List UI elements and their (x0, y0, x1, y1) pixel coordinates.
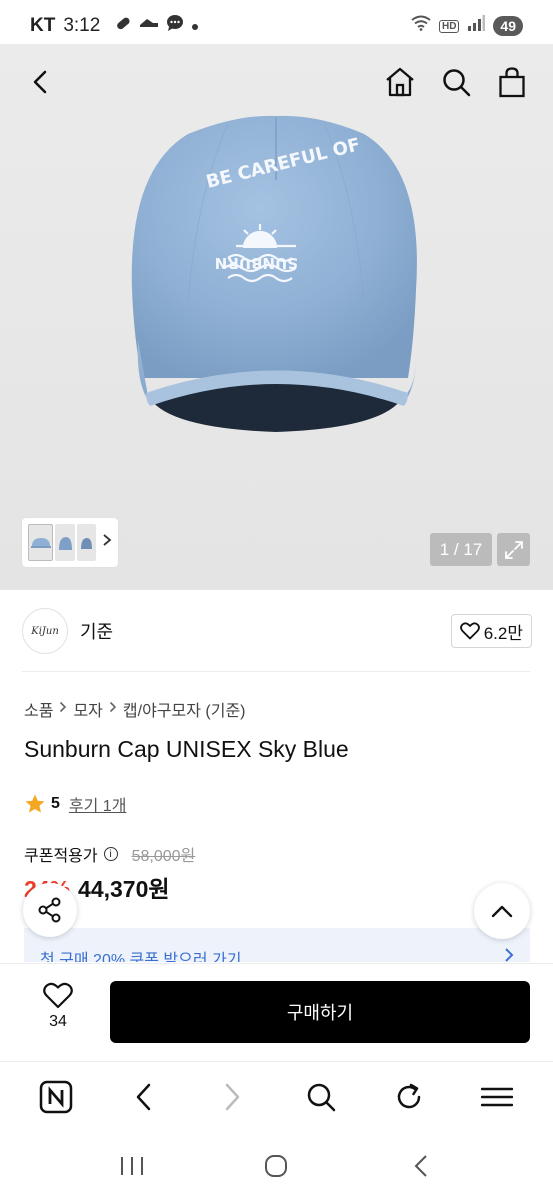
back-chevron-icon (414, 1154, 427, 1177)
coupon-label: 쿠폰적용가 (24, 848, 98, 865)
thumbnail-2[interactable] (55, 524, 75, 561)
thumbnail-1[interactable] (28, 524, 54, 561)
hamburger-icon (480, 1087, 513, 1106)
coupon-banner-text: 첫 구매 20% 쿠폰 받으러 가기 (40, 952, 242, 962)
browser-forward-button[interactable] (215, 1080, 249, 1114)
recent-apps-button[interactable] (115, 1149, 149, 1183)
status-right: HD 49 (411, 15, 523, 37)
coupon-price-line: 쿠폰적용가 i 58,000원 (24, 842, 195, 866)
breadcrumb: 소품 모자 캡/야구모자 (기준) (24, 697, 246, 721)
original-price: 58,000원 (131, 848, 196, 865)
chat-icon (166, 14, 184, 38)
share-button[interactable] (23, 883, 77, 937)
browser-back-button[interactable] (127, 1080, 161, 1114)
first-purchase-coupon-banner[interactable]: 첫 구매 20% 쿠폰 받으러 가기 (24, 928, 530, 962)
browser-search-button[interactable] (304, 1080, 338, 1114)
brand-logo-text: KiJun (31, 625, 59, 637)
status-left: KT 3:12 (30, 14, 199, 38)
breadcrumb-item-1[interactable]: 소품 (24, 697, 53, 721)
heart-icon (459, 622, 480, 640)
back-nav-button[interactable] (404, 1149, 438, 1183)
rating-score: 5 (51, 795, 60, 812)
thumbnail-3[interactable] (76, 524, 96, 561)
buy-button[interactable]: 구매하기 (110, 981, 530, 1043)
top-navigation (0, 44, 553, 120)
wishlist-button[interactable]: 34 (28, 982, 88, 1031)
cart-button[interactable] (495, 65, 529, 99)
home-circle-icon (265, 1154, 288, 1177)
heart-icon (43, 982, 73, 1009)
home-icon (386, 67, 414, 97)
cap-illustration: BE CAREFUL OF SUNBURN (131, 115, 417, 432)
chevron-right-icon (226, 1083, 240, 1110)
home-button[interactable] (383, 65, 417, 99)
chevron-left-icon (136, 1083, 151, 1110)
chevron-right-icon (59, 700, 67, 718)
search-icon (443, 69, 471, 97)
info-icon[interactable]: i (103, 847, 118, 861)
chevron-up-icon (491, 905, 513, 918)
chevron-right-icon (504, 947, 514, 962)
home-nav-button[interactable] (259, 1149, 293, 1183)
carrier-label: KT (30, 15, 56, 36)
notification-icons (114, 14, 199, 38)
reviews-link[interactable]: 후기 1개 (69, 792, 127, 816)
battery-indicator: 49 (493, 16, 523, 36)
sale-price: 44,370원 (78, 876, 170, 902)
wishlist-count: 34 (49, 1013, 67, 1030)
naver-home-button[interactable] (39, 1080, 73, 1114)
brand-name[interactable]: 기준 (80, 618, 113, 644)
more-dot-icon (191, 15, 199, 37)
brand-like-button[interactable]: 6.2만 (450, 614, 532, 648)
recent-apps-icon (121, 1156, 144, 1175)
brand-row: KiJun 기준 6.2만 (22, 606, 532, 656)
share-icon (38, 897, 61, 923)
star-icon (25, 794, 45, 813)
breadcrumb-item-2[interactable]: 모자 (73, 697, 102, 721)
brand-like-count: 6.2만 (483, 623, 523, 643)
fullscreen-button[interactable] (497, 533, 530, 566)
reload-icon (397, 1083, 420, 1108)
chevron-right-icon (109, 700, 117, 718)
scroll-top-button[interactable] (474, 883, 530, 939)
menu-button[interactable] (480, 1080, 514, 1114)
product-image: BE CAREFUL OF SUNBURN (118, 110, 434, 440)
system-navigation-bar (0, 1131, 553, 1200)
product-title: Sunburn Cap UNISEX Sky Blue (24, 736, 349, 762)
search-icon (307, 1083, 335, 1111)
purchase-bar: 34 구매하기 (0, 963, 553, 1060)
wifi-icon (411, 15, 431, 37)
back-arrow-icon (33, 70, 47, 94)
thumbnail-next-icon[interactable] (102, 533, 112, 552)
clock: 3:12 (63, 15, 101, 36)
thumbnail-strip[interactable] (22, 518, 118, 567)
signal-icon (467, 15, 486, 37)
browser-toolbar (0, 1061, 553, 1131)
expand-icon (504, 540, 523, 559)
search-button[interactable] (439, 65, 473, 99)
brand-logo[interactable]: KiJun (22, 608, 68, 654)
shopping-bag-icon (499, 67, 525, 98)
delivery-icon (139, 15, 159, 37)
breadcrumb-item-3[interactable]: 캡/야구모자 (기준) (123, 697, 246, 721)
pill-icon (114, 14, 132, 38)
cap-print-bottom: SUNBURN (215, 254, 298, 272)
naver-n-icon (39, 1080, 73, 1113)
back-button[interactable] (24, 65, 58, 99)
reload-button[interactable] (392, 1080, 426, 1114)
divider (22, 671, 530, 672)
top-nav-actions (383, 65, 529, 99)
hd-badge: HD (438, 19, 460, 33)
rating-summary: 5 후기 1개 (24, 792, 126, 816)
image-pager: 1 / 17 (430, 533, 492, 566)
